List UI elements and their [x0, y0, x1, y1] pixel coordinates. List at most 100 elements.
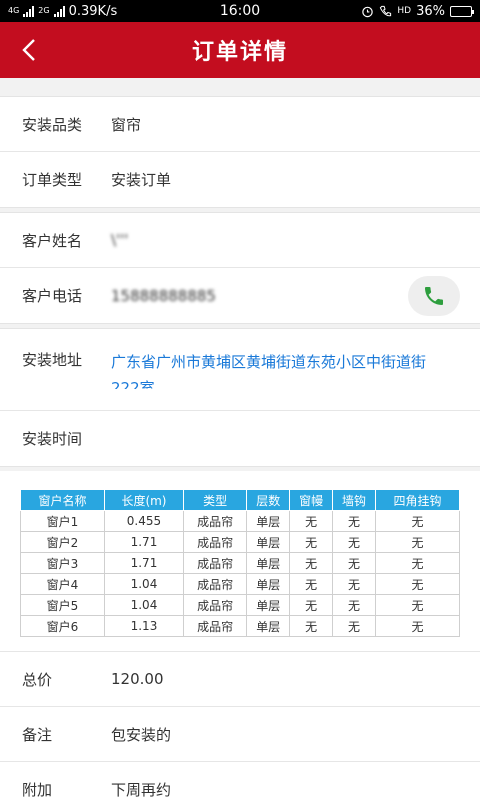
table-cell: 1.71 — [104, 531, 184, 553]
order-type-row: 订单类型 安装订单 — [0, 152, 480, 207]
table-cell: 窗户5 — [20, 594, 105, 616]
table-cell: 无 — [289, 510, 334, 532]
battery-icon — [450, 5, 474, 17]
page-title: 订单详情 — [191, 40, 288, 65]
category-row: 安装品类 窗帘 — [0, 97, 480, 152]
customer-phone-row: 客户电话 15888888885 — [0, 268, 480, 323]
table-cell: 0.455 — [104, 510, 184, 532]
table-cell: 成品帘 — [182, 615, 248, 637]
table-cell: 无 — [374, 615, 461, 637]
table-cell: 窗户4 — [20, 573, 105, 595]
table-cell: 无 — [289, 594, 334, 616]
order-info-section: 安装品类 窗帘 订单类型 安装订单 — [0, 96, 480, 208]
table-cell: 单层 — [246, 510, 291, 532]
hd-badge: HD — [397, 6, 412, 16]
table-cell: 无 — [332, 573, 376, 595]
status-bar: 4G 2G 0.39K/s 16:00 HD 36% — [0, 0, 480, 22]
table-cell: 无 — [374, 573, 461, 595]
table-row: 窗户6 1.13 成品帘 单层无无无 — [20, 615, 461, 637]
price-value: 120.00 — [111, 670, 164, 688]
phone-icon — [425, 287, 443, 305]
back-button[interactable] — [10, 22, 50, 78]
table-header-cell: 四角挂钩 — [374, 489, 461, 511]
table-cell: 无 — [289, 552, 334, 574]
table-cell: 单层 — [246, 531, 291, 553]
table-header-cell: 墙钩 — [332, 489, 376, 511]
extra-value: 下周再约 — [111, 780, 172, 799]
call-button[interactable] — [408, 276, 460, 316]
table-cell: 窗户2 — [20, 531, 105, 553]
customer-section: 客户姓名 \''' 客户电话 15888888885 — [0, 212, 480, 324]
address-row: 安装地址 广东省广州市黄埔区黄埔街道东苑小区中街道街222室 — [0, 329, 480, 411]
table-cell: 成品帘 — [182, 594, 248, 616]
table-cell: 无 — [289, 531, 334, 553]
customer-phone-label: 客户电话 — [22, 287, 83, 305]
note-value: 包安装的 — [111, 725, 172, 744]
table-cell: 成品帘 — [182, 573, 248, 595]
table-cell: 无 — [332, 531, 376, 553]
table-header-cell: 层数 — [246, 489, 291, 511]
phone-status-icon — [380, 5, 392, 16]
table-header-cell: 窗幔 — [289, 489, 334, 511]
network-speed: 0.39K/s — [68, 3, 118, 19]
table-row: 窗户5 1.04 成品帘 单层无无无 — [20, 594, 461, 616]
battery-percent: 36% — [416, 3, 445, 19]
status-right: HD 36% — [361, 3, 474, 19]
table-cell: 单层 — [246, 594, 291, 616]
nav-bar: 订单详情 — [0, 22, 480, 78]
table-cell: 单层 — [246, 552, 291, 574]
note-label: 备注 — [22, 725, 53, 744]
table-cell: 1.04 — [104, 573, 184, 595]
address-label: 安装地址 — [22, 351, 83, 369]
customer-name-label: 客户姓名 — [22, 231, 83, 250]
order-type-label: 订单类型 — [22, 171, 83, 189]
table-header-cell: 类型 — [182, 489, 248, 511]
table-cell: 无 — [332, 552, 376, 574]
table-row: 窗户4 1.04 成品帘 单层无无无 — [20, 573, 461, 595]
price-label: 总价 — [22, 670, 53, 689]
customer-name-value: \''' — [111, 231, 129, 249]
extra-row: 附加 下周再约 — [0, 762, 480, 800]
order-type-value: 安装订单 — [111, 171, 172, 189]
extra-label: 附加 — [22, 780, 53, 799]
table-cell: 无 — [332, 594, 376, 616]
table-cell: 1.04 — [104, 594, 184, 616]
network-type-2-icon: 2G — [38, 6, 50, 15]
category-label: 安装品类 — [22, 115, 83, 134]
window-table: 窗户名称 长度(m) 类型 层数 窗幔 墙钩 四角挂钩 窗户1 0.455 成品帘 单层无无无窗户… — [20, 489, 461, 637]
customer-phone-value: 15888888885 — [111, 286, 216, 305]
note-row: 备注 包安装的 — [0, 707, 480, 762]
table-row: 窗户2 1.71 成品帘 单层无无无 — [20, 531, 461, 553]
table-cell: 无 — [374, 531, 461, 553]
install-section: 安装地址 广东省广州市黄埔区黄埔街道东苑小区中街道街222室 安装时间 — [0, 328, 480, 467]
table-body: 窗户1 0.455 成品帘 单层无无无窗户2 1.71 成品帘 单层无无无窗户3 1.71 成品… — [20, 510, 461, 637]
table-row: 窗户3 1.71 成品帘 单层无无无 — [20, 552, 461, 574]
table-cell: 窗户1 — [20, 510, 105, 532]
table-cell: 窗户3 — [20, 552, 105, 574]
table-cell: 成品帘 — [182, 510, 248, 532]
table-cell: 无 — [289, 573, 334, 595]
table-cell: 成品帘 — [182, 552, 248, 574]
signal-2-icon — [53, 5, 65, 17]
table-row: 窗户1 0.455 成品帘 单层无无无 — [20, 510, 461, 532]
table-cell: 单层 — [246, 573, 291, 595]
table-cell: 1.13 — [104, 615, 184, 637]
category-value: 窗帘 — [111, 115, 142, 134]
network-type-icon: 4G — [8, 6, 20, 15]
install-time-label: 安装时间 — [22, 430, 83, 448]
table-cell: 无 — [332, 510, 376, 532]
spacer — [0, 78, 480, 96]
window-table-section: 窗户名称 长度(m) 类型 层数 窗幔 墙钩 四角挂钩 窗户1 0.455 成品帘 单层无无无窗户… — [0, 471, 480, 652]
table-cell: 无 — [289, 615, 334, 637]
table-cell: 窗户6 — [20, 615, 105, 637]
customer-name-row: 客户姓名 \''' — [0, 213, 480, 268]
table-cell: 单层 — [246, 615, 291, 637]
table-cell: 成品帘 — [182, 531, 248, 553]
table-cell: 无 — [374, 552, 461, 574]
signal-icon — [23, 5, 35, 17]
table-cell: 无 — [374, 510, 461, 532]
chevron-left-icon — [22, 39, 35, 61]
install-time-row: 安装时间 — [0, 411, 480, 466]
address-value[interactable]: 广东省广州市黄埔区黄埔街道东苑小区中街道街222室 — [111, 349, 431, 389]
alarm-icon — [362, 6, 374, 17]
